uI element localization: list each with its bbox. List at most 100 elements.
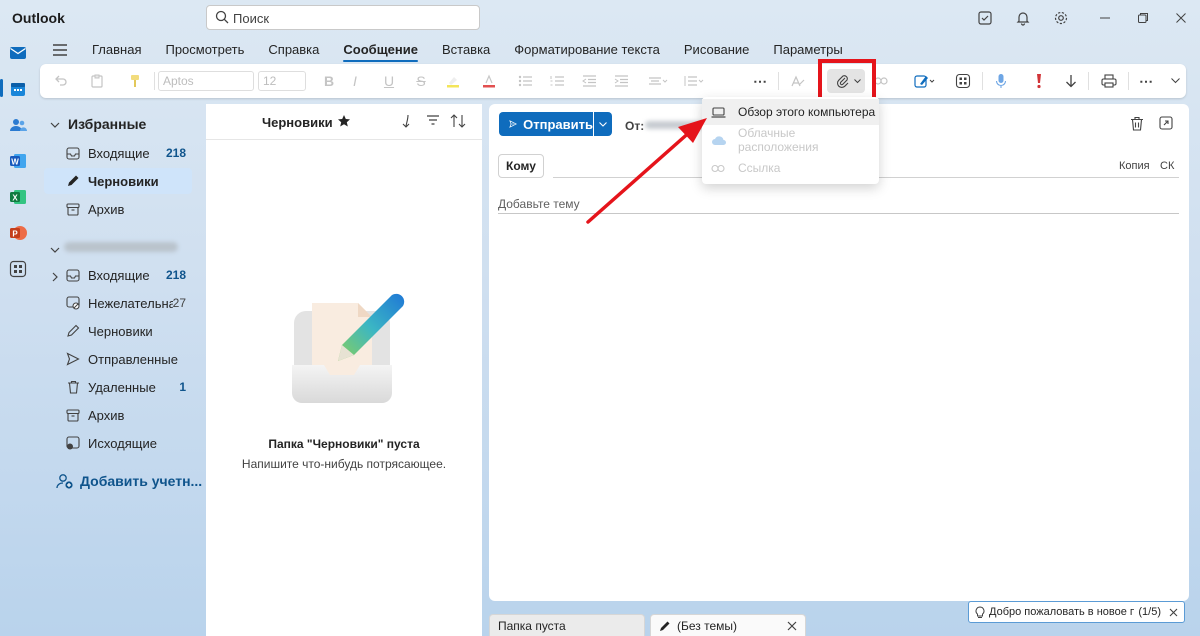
folder-junk[interactable]: Нежелательна... 27 xyxy=(44,290,192,316)
folder-label: Нежелательна... xyxy=(88,295,173,311)
close-icon[interactable] xyxy=(1162,0,1200,36)
folder-label: Архив xyxy=(88,201,125,217)
inbox-icon xyxy=(64,268,82,282)
hamburger-menu-icon[interactable] xyxy=(40,38,80,62)
underline-icon[interactable]: U xyxy=(380,69,398,93)
bullets-icon[interactable] xyxy=(516,69,534,93)
folder-archive[interactable]: Архив xyxy=(44,402,192,428)
tab-insert[interactable]: Вставка xyxy=(430,38,502,62)
tab-message[interactable]: Сообщение xyxy=(331,38,430,62)
apps-addin-icon[interactable] xyxy=(952,69,974,93)
bold-icon[interactable]: B xyxy=(320,69,338,93)
add-person-icon xyxy=(56,473,74,489)
font-color-icon[interactable] xyxy=(480,69,498,93)
star-icon[interactable] xyxy=(337,114,351,131)
undo-icon[interactable] xyxy=(50,69,72,93)
todo-icon[interactable] xyxy=(966,0,1004,36)
cc-button[interactable]: Копия xyxy=(1119,160,1150,172)
folder-sent[interactable]: Отправленные xyxy=(44,346,192,372)
gear-icon[interactable] xyxy=(1042,0,1080,36)
highlight-icon[interactable] xyxy=(444,69,462,93)
high-importance-icon[interactable] xyxy=(1030,69,1048,93)
close-icon[interactable] xyxy=(1169,608,1178,617)
restore-icon[interactable] xyxy=(1124,0,1162,36)
menu-item-browse-computer[interactable]: Обзор этого компьютера xyxy=(702,99,879,125)
apps-icon[interactable] xyxy=(6,257,30,281)
people-icon[interactable] xyxy=(6,113,30,137)
lightbulb-icon xyxy=(975,605,985,619)
unread-count: 218 xyxy=(165,268,186,282)
bcc-button[interactable]: СК xyxy=(1160,160,1174,172)
welcome-tip[interactable]: Добро пожаловать в новое при... (1/5) xyxy=(968,601,1185,623)
tab-view[interactable]: Просмотреть xyxy=(153,38,256,62)
subject-field[interactable]: Добавьте тему xyxy=(498,197,580,211)
minimize-icon[interactable] xyxy=(1086,0,1124,36)
bottom-tab-folder[interactable]: Папка пуста xyxy=(489,614,645,636)
empty-drafts-illustration xyxy=(288,289,412,416)
close-icon[interactable] xyxy=(787,621,797,631)
italic-icon[interactable]: I xyxy=(346,69,364,93)
font-name-select[interactable]: Aptos xyxy=(158,71,254,91)
add-account-button[interactable]: Добавить учетн... xyxy=(56,473,202,489)
folder-archive-favorite[interactable]: Архив xyxy=(44,196,192,222)
send-icon xyxy=(509,120,518,128)
send-icon xyxy=(64,352,82,366)
folder-title: Черновики xyxy=(262,115,333,130)
more-format-icon[interactable]: ⋯ xyxy=(750,69,770,93)
bottom-tab-draft[interactable]: (Без темы) xyxy=(650,614,806,636)
strikethrough-icon[interactable]: S xyxy=(412,69,430,93)
pop-out-icon[interactable] xyxy=(1159,116,1173,133)
search-box[interactable]: Поиск xyxy=(206,5,480,30)
paste-icon[interactable] xyxy=(86,69,108,93)
low-importance-icon[interactable] xyxy=(1062,69,1080,93)
excel-icon[interactable]: X xyxy=(6,185,30,209)
align-icon[interactable] xyxy=(644,69,672,93)
decrease-indent-icon[interactable] xyxy=(580,69,598,93)
menu-item-link[interactable]: Ссылка xyxy=(702,155,879,181)
tab-home[interactable]: Главная xyxy=(80,38,153,62)
print-icon[interactable] xyxy=(1098,69,1120,93)
tab-help[interactable]: Справка xyxy=(256,38,331,62)
send-button[interactable]: Отправить xyxy=(499,112,593,136)
folder-pane: Избранные Входящие 218 Черновики Архив В… xyxy=(38,104,206,636)
dictate-icon[interactable] xyxy=(990,69,1012,93)
search-placeholder: Поиск xyxy=(233,11,270,26)
more-options-icon[interactable]: ⋯ xyxy=(1136,69,1156,93)
collapse-ribbon-icon[interactable] xyxy=(1168,69,1182,93)
folder-label: Черновики xyxy=(88,173,159,189)
folder-drafts-favorite[interactable]: Черновики xyxy=(44,168,192,194)
editor-icon[interactable] xyxy=(788,69,808,93)
bell-icon[interactable] xyxy=(1004,0,1042,36)
folder-label: Входящие xyxy=(88,267,150,283)
word-icon[interactable]: W xyxy=(6,149,30,173)
tab-format-text[interactable]: Форматирование текста xyxy=(502,38,672,62)
filter-icon[interactable] xyxy=(426,114,440,129)
font-size-select[interactable]: 12 xyxy=(258,71,306,91)
app-title: Outlook xyxy=(12,10,65,26)
folder-outbox[interactable]: Исходящие xyxy=(44,430,192,456)
chevron-down-icon[interactable] xyxy=(50,242,60,257)
tab-label: Папка пуста xyxy=(498,618,566,633)
mail-icon[interactable] xyxy=(6,41,30,65)
folder-deleted[interactable]: Удаленные 1 xyxy=(44,374,192,400)
jump-down-icon[interactable] xyxy=(401,114,413,131)
discard-trash-icon[interactable] xyxy=(1130,116,1144,134)
format-painter-icon[interactable] xyxy=(124,69,146,93)
calendar-icon[interactable] xyxy=(6,77,30,101)
powerpoint-icon[interactable]: P xyxy=(6,221,30,245)
svg-text:X: X xyxy=(12,194,18,203)
to-button[interactable]: Кому xyxy=(498,154,544,178)
unread-count: 1 xyxy=(179,380,186,394)
folder-inbox[interactable]: Входящие 218 xyxy=(44,262,192,288)
folder-inbox-favorite[interactable]: Входящие 218 xyxy=(44,140,192,166)
signature-icon[interactable] xyxy=(910,69,940,93)
folder-drafts[interactable]: Черновики xyxy=(44,318,192,344)
numbering-icon[interactable] xyxy=(548,69,566,93)
menu-item-cloud-locations[interactable]: Облачные расположения xyxy=(702,126,879,154)
sort-icon[interactable] xyxy=(450,114,466,131)
favorites-header[interactable]: Избранные xyxy=(50,116,146,132)
paragraph-spacing-icon[interactable] xyxy=(680,69,708,93)
tab-draw[interactable]: Рисование xyxy=(672,38,761,62)
increase-indent-icon[interactable] xyxy=(612,69,630,93)
folder-label: Отправленные xyxy=(88,351,178,367)
